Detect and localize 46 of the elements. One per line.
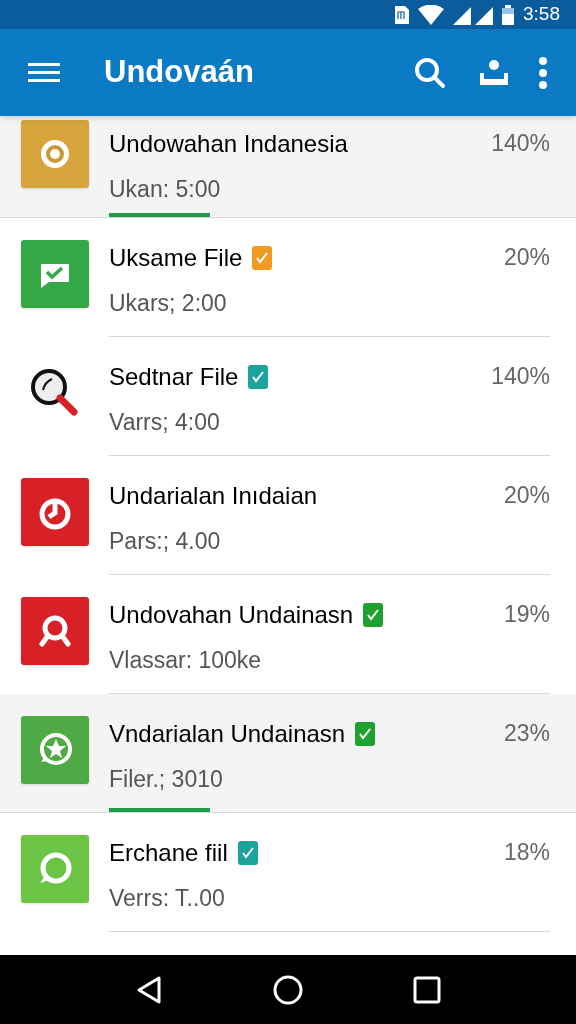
percent-label: 23% bbox=[503, 719, 550, 748]
file-subtitle: Pars:; 4.00 bbox=[109, 527, 222, 556]
file-title: Undowahan Indanesia bbox=[109, 129, 348, 159]
file-subtitle: Varrs; 4:00 bbox=[109, 408, 221, 437]
home-icon[interactable] bbox=[272, 973, 304, 1006]
chat-bubble-icon bbox=[20, 835, 89, 903]
checkmark-icon bbox=[255, 251, 270, 265]
percent-label: 18% bbox=[503, 838, 550, 867]
file-title: Sedtnar File bbox=[109, 362, 239, 392]
file-subtitle: Verrs: T..00 bbox=[109, 884, 226, 913]
file-title: Undovahan Undainasn bbox=[109, 600, 354, 630]
file-subtitle: Ukars; 2:00 bbox=[109, 289, 228, 318]
percent-label: 20% bbox=[503, 481, 550, 510]
file-title: Uksame File bbox=[109, 243, 243, 273]
percent-label: 20% bbox=[503, 243, 550, 272]
checkmark-icon bbox=[240, 846, 255, 860]
search-icon bbox=[20, 597, 89, 665]
file-list-item[interactable]: Undowahan Indanesia 140% Ukan: 5:00 bbox=[0, 116, 576, 218]
file-title: Vndarialan Undainasn bbox=[109, 719, 346, 749]
percent-label: 140% bbox=[491, 129, 550, 158]
checkmark-icon bbox=[366, 608, 381, 622]
battery-icon bbox=[502, 4, 514, 25]
file-title: Erchane fiil bbox=[109, 838, 228, 868]
file-subtitle: Ukan: 5:00 bbox=[109, 175, 222, 204]
recents-icon[interactable] bbox=[413, 975, 442, 1004]
more-options-icon[interactable] bbox=[538, 56, 548, 89]
percent-label: 19% bbox=[503, 600, 550, 629]
file-list-item[interactable]: Vndarialan Undainasn 23% Filer.; 3010 bbox=[0, 694, 576, 813]
checkbox[interactable] bbox=[237, 841, 258, 865]
file-title: Undarialan Inıdaian bbox=[109, 481, 318, 511]
sim-card-icon bbox=[395, 5, 409, 24]
checkmark-icon bbox=[358, 727, 373, 741]
wifi-icon bbox=[418, 4, 444, 25]
clock-time: 3:58 bbox=[523, 2, 560, 27]
checkbox[interactable] bbox=[363, 603, 384, 627]
clock-icon bbox=[20, 478, 89, 546]
file-subtitle: Filer.; 3010 bbox=[109, 765, 224, 794]
app-title: Undovaán bbox=[104, 53, 255, 92]
percent-label: 140% bbox=[491, 362, 550, 391]
chat-check-icon bbox=[20, 240, 89, 308]
checkmark-icon bbox=[251, 370, 266, 384]
checkbox[interactable] bbox=[355, 722, 376, 746]
checkbox[interactable] bbox=[252, 246, 273, 270]
target-icon bbox=[20, 120, 89, 188]
checkbox[interactable] bbox=[248, 365, 269, 389]
file-subtitle: Vlassar: 100ke bbox=[109, 646, 263, 675]
